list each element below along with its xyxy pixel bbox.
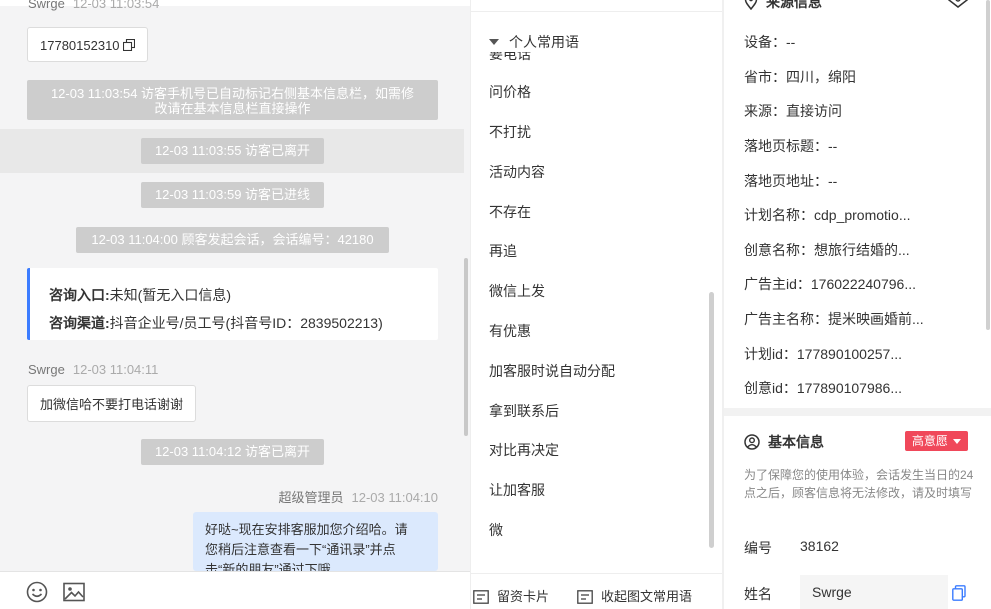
caret-down-icon xyxy=(953,439,962,444)
chat-toolbar xyxy=(0,571,470,609)
phrase-item[interactable]: 让加客服 xyxy=(489,480,545,500)
system-notice-session-start: 12-03 11:04:00 顾客发起会话，会话编号：42180 xyxy=(76,227,389,253)
info-row-region: 省市：四川，绵阳 xyxy=(744,69,856,85)
phrases-top-edge xyxy=(471,0,722,12)
intent-badge[interactable]: 高意愿 xyxy=(905,431,968,451)
phrase-item[interactable]: 加客服时说自动分配 xyxy=(489,361,615,381)
message-bubble-wechat[interactable]: 加微信哈不要打电话谢谢 xyxy=(27,385,197,422)
card-icon xyxy=(473,590,489,604)
user-icon xyxy=(744,434,760,450)
message-time: 12-03 11:04:11 xyxy=(72,362,159,377)
message-sender-self: 超级管理员 12-03 11:04:10 xyxy=(278,487,438,506)
phrase-item[interactable]: 活动内容 xyxy=(489,162,545,182)
message-bubble-phone[interactable]: 17780152310 xyxy=(27,27,149,62)
name-input[interactable] xyxy=(800,575,948,609)
system-notice-left: 12-03 11:03:55 访客已离开 xyxy=(141,138,324,164)
section-divider xyxy=(724,408,991,416)
info-row-plan-name[interactable]: 计划名称：cdp_promotio... xyxy=(744,205,911,225)
basic-info-title: 基本信息 xyxy=(744,432,824,452)
consult-channel-label: 咨询渠道: xyxy=(49,315,110,331)
phrase-item[interactable]: 问价格 xyxy=(489,82,531,102)
common-phrases-panel: 要电话 个人常用语 问价格 不打扰 活动内容 不存在 再追 微信上发 有优惠 加… xyxy=(470,0,722,609)
consult-entry-value: 未知(暂无入口信息) xyxy=(109,287,231,303)
info-row-creative-id[interactable]: 创意id：177890107986... xyxy=(744,378,902,398)
settings-icon[interactable] xyxy=(948,0,968,8)
info-row-advertiser-name[interactable]: 广告主名称：提米映画婚前... xyxy=(744,309,924,329)
lead-card-label: 留资卡片 xyxy=(497,589,550,604)
phrase-item[interactable]: 再追 xyxy=(489,241,517,261)
copy-icon[interactable] xyxy=(952,585,966,601)
phrase-item[interactable]: 对比再决定 xyxy=(489,440,559,460)
info-row-source: 来源：直接访问 xyxy=(744,103,842,119)
lead-card-button[interactable]: 留资卡片 xyxy=(473,586,549,605)
location-pin-icon xyxy=(744,0,758,11)
message-line: 好哒~现在安排客服加您介绍哈。请 xyxy=(205,522,408,537)
consult-channel-value: 抖音企业号/员工号(抖音号ID：2839502213) xyxy=(109,315,383,331)
collapse-phrases-button[interactable]: 收起图文常用语 xyxy=(577,586,692,605)
image-icon[interactable] xyxy=(62,580,86,604)
info-row-creative-name[interactable]: 创意名称：想旅行结婚的... xyxy=(744,240,910,260)
copy-icon[interactable] xyxy=(123,38,136,52)
phrase-item[interactable]: 有优惠 xyxy=(489,321,531,341)
info-scrollbar[interactable] xyxy=(986,0,990,330)
sender-name: 超级管理员 xyxy=(278,490,344,505)
sender-name: Swrge xyxy=(28,362,65,377)
source-info-title: 来源信息 xyxy=(744,0,822,12)
system-notice-entered: 12-03 11:03:59 访客已进线 xyxy=(141,182,324,208)
message-line: 您稍后注意查看一下“通讯录”并点 xyxy=(205,542,396,557)
id-field-value: 38162 xyxy=(800,538,839,554)
customer-info-panel: 来源信息 设备：-- 省市：四川，绵阳 来源：直接访问 落地页标题：-- 落地页… xyxy=(724,0,991,609)
message-time: 12-03 11:03:54 xyxy=(72,0,160,11)
basic-info-label: 基本信息 xyxy=(768,434,824,450)
message-text: 17780152310 xyxy=(40,38,120,53)
edit-deadline-hint: 为了保障您的使用体验，会话发生当日的24点之后，顾客信息将无法修改，请及时填写 xyxy=(744,468,974,500)
message-icon xyxy=(577,590,593,604)
name-field-label: 姓名 xyxy=(744,586,772,602)
info-row-landing-title: 落地页标题：-- xyxy=(744,138,838,154)
message-time: 12-03 11:04:10 xyxy=(351,490,439,505)
consult-entry-row: 咨询入口:未知(暂无入口信息) xyxy=(49,281,438,309)
info-row-device: 设备：-- xyxy=(744,34,796,50)
consult-channel-row: 咨询渠道:抖音企业号/员工号(抖音号ID：2839502213) xyxy=(49,309,438,337)
phrase-group-title: 个人常用语 xyxy=(509,34,579,50)
consult-entry-label: 咨询入口: xyxy=(49,287,110,303)
chat-scrollbar[interactable] xyxy=(464,258,468,436)
message-bubble-self[interactable]: 好哒~现在安排客服加您介绍哈。请 您稍后注意查看一下“通讯录”并点 击“新的朋友… xyxy=(193,512,438,571)
phrase-item[interactable]: 不打扰 xyxy=(489,122,531,142)
phrase-group-header[interactable]: 个人常用语 xyxy=(489,32,579,52)
caret-down-icon xyxy=(489,39,499,45)
phrase-item[interactable]: 不存在 xyxy=(489,202,531,222)
intent-badge-label: 高意愿 xyxy=(911,434,948,448)
phrase-item[interactable]: 微 xyxy=(489,520,503,540)
message-sender: Swrge 12-03 11:04:11 xyxy=(28,362,158,377)
info-row-advertiser-id[interactable]: 广告主id：176022240796... xyxy=(744,274,916,294)
system-notice-left-2: 12-03 11:04:12 访客已离开 xyxy=(141,439,324,465)
phrase-item[interactable]: 微信上发 xyxy=(489,281,545,301)
consult-info-card: 咨询入口:未知(暂无入口信息) 咨询渠道:抖音企业号/员工号(抖音号ID：283… xyxy=(27,268,438,340)
notice-line: 12-03 11:03:54 访客手机号已自动标记右侧基本信息栏，如需修 xyxy=(50,86,415,101)
phrase-item[interactable]: 拿到联系后 xyxy=(489,401,559,421)
info-row-plan-id[interactable]: 计划id：177890100257... xyxy=(744,344,902,364)
emoji-icon[interactable] xyxy=(25,580,49,604)
phrases-scrollbar[interactable] xyxy=(709,292,714,548)
source-info-label: 来源信息 xyxy=(766,0,822,10)
phrases-footer: 留资卡片 收起图文常用语 xyxy=(471,573,722,609)
id-field-label: 编号 xyxy=(744,540,772,556)
chat-panel: Swrge 12-03 11:03:54 17780152310 12-03 11… xyxy=(0,0,470,609)
message-sender: Swrge 12-03 11:03:54 xyxy=(28,0,159,11)
message-line: 击“新的朋友”通过下哦 xyxy=(205,562,331,571)
notice-line: 改请在基本信息栏直接操作 xyxy=(154,101,311,116)
info-row-landing-url: 落地页地址：-- xyxy=(744,173,838,189)
system-notice-phone-marked: 12-03 11:03:54 访客手机号已自动标记右侧基本信息栏，如需修 改请在… xyxy=(27,80,438,120)
collapse-phrases-label: 收起图文常用语 xyxy=(601,589,693,604)
sender-name: Swrge xyxy=(28,0,65,11)
